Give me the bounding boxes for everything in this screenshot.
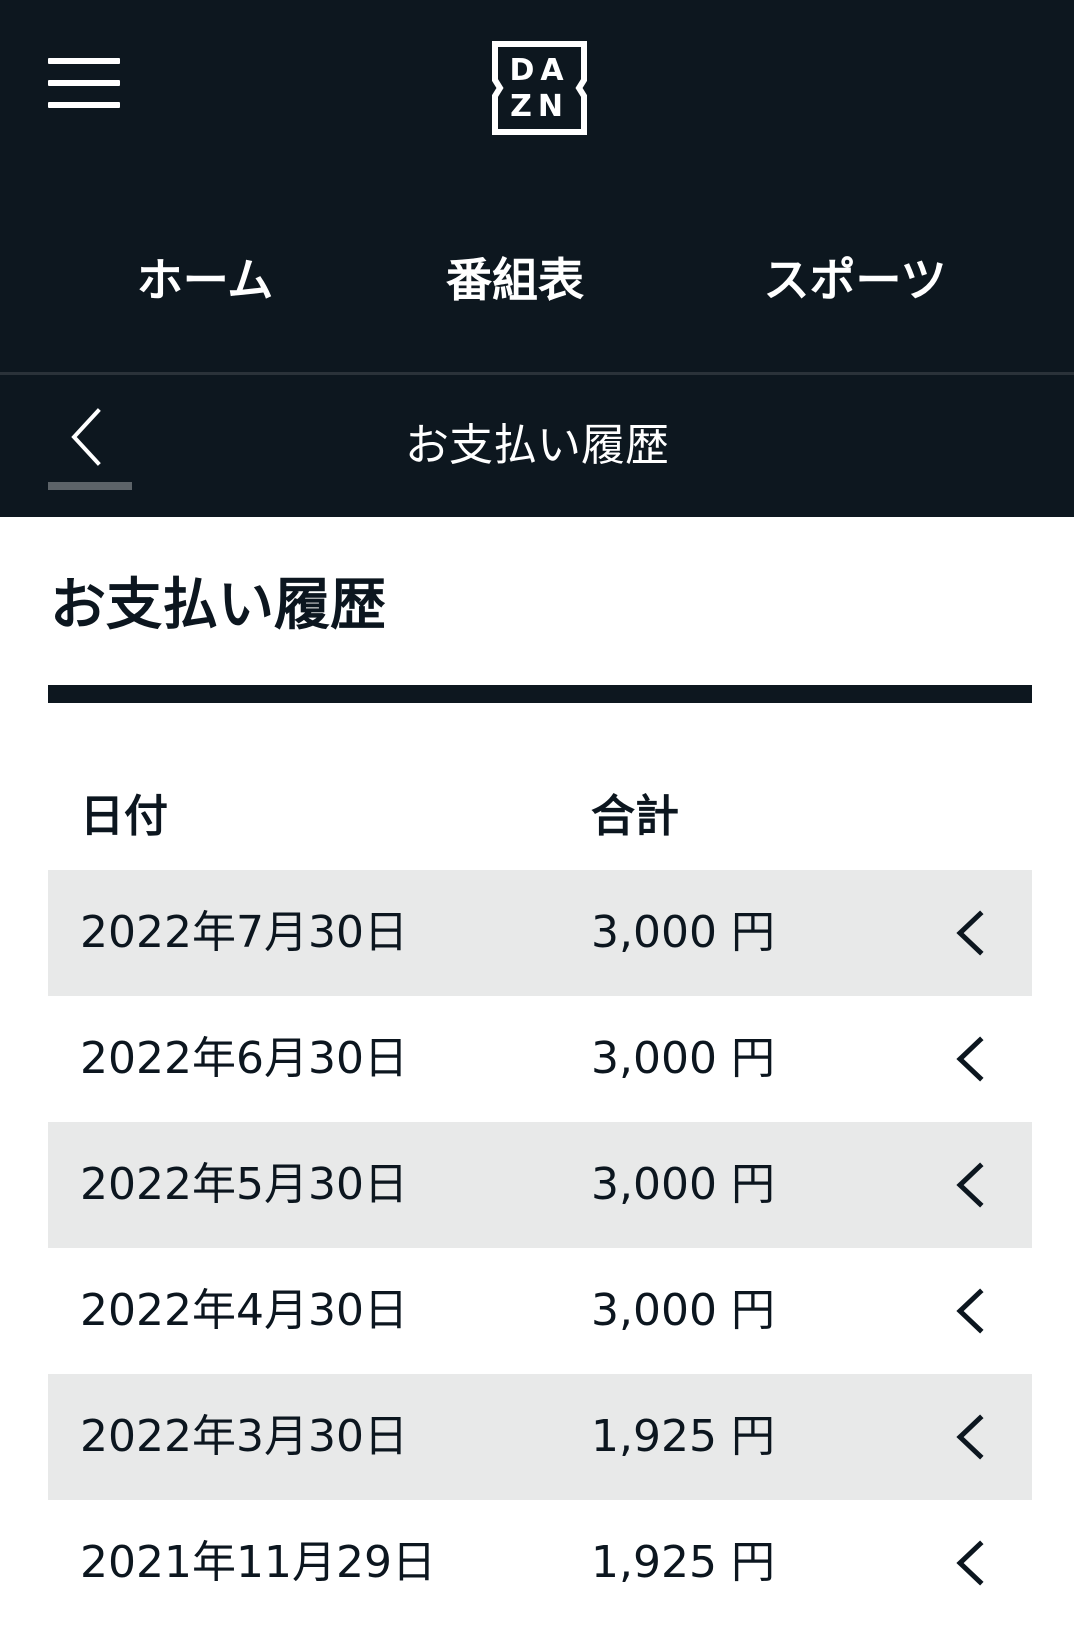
- column-header-total: 合計: [591, 791, 679, 842]
- row-amount: 1,925 円: [591, 1537, 775, 1588]
- table-row[interactable]: 2021年11月29日 1,925 円: [48, 1500, 1032, 1626]
- page-title: お支払い履歴: [50, 573, 386, 638]
- row-date: 2022年4月30日: [80, 1285, 408, 1336]
- table-row[interactable]: 2022年5月30日 3,000 円: [48, 1122, 1032, 1248]
- row-date: 2022年6月30日: [80, 1033, 408, 1084]
- row-amount: 3,000 円: [591, 1285, 775, 1336]
- logo-line-2: ZN: [510, 89, 569, 124]
- hamburger-menu-icon[interactable]: [48, 58, 120, 108]
- chevron-left-icon[interactable]: [950, 1414, 994, 1460]
- table-row[interactable]: 2022年3月30日 1,925 円: [48, 1374, 1032, 1500]
- back-button[interactable]: [48, 405, 132, 490]
- row-date: 2022年5月30日: [80, 1159, 408, 1210]
- main-nav: ホーム 番組表 スポーツ: [0, 240, 1074, 320]
- chevron-left-icon[interactable]: [950, 1162, 994, 1208]
- app-header: DA ZN ホーム 番組表 スポーツ: [0, 0, 1074, 372]
- table-row[interactable]: 2022年7月30日 3,000 円: [48, 870, 1032, 996]
- sub-header: お支払い履歴: [0, 375, 1074, 517]
- nav-item-home[interactable]: ホーム: [110, 240, 300, 320]
- row-amount: 1,925 円: [591, 1411, 775, 1462]
- row-date: 2021年11月29日: [80, 1537, 436, 1588]
- chevron-left-icon[interactable]: [950, 1288, 994, 1334]
- chevron-left-icon[interactable]: [950, 1540, 994, 1586]
- chevron-left-icon[interactable]: [950, 910, 994, 956]
- row-date: 2022年3月30日: [80, 1411, 408, 1462]
- nav-item-tv-guide[interactable]: 番組表: [420, 240, 610, 320]
- row-date: 2022年7月30日: [80, 907, 408, 958]
- table-row[interactable]: 2022年6月30日 3,000 円: [48, 996, 1032, 1122]
- table-header: 日付 合計: [48, 760, 1032, 870]
- chevron-left-icon: [71, 408, 101, 466]
- row-amount: 3,000 円: [591, 1033, 775, 1084]
- back-button-underline: [48, 482, 132, 490]
- table-row[interactable]: 2022年4月30日 3,000 円: [48, 1248, 1032, 1374]
- dazn-logo[interactable]: DA ZN: [491, 40, 588, 136]
- row-amount: 3,000 円: [591, 907, 775, 958]
- chevron-left-icon[interactable]: [950, 1036, 994, 1082]
- logo-line-1: DA: [509, 53, 569, 88]
- column-header-date: 日付: [80, 791, 168, 842]
- sub-header-title: お支払い履歴: [405, 420, 669, 471]
- row-amount: 3,000 円: [591, 1159, 775, 1210]
- payment-history-table: 日付 合計 2022年7月30日 3,000 円 2022年6月30日 3,00…: [48, 760, 1032, 1626]
- title-underline-bar: [48, 685, 1032, 703]
- nav-item-sports[interactable]: スポーツ: [740, 240, 970, 320]
